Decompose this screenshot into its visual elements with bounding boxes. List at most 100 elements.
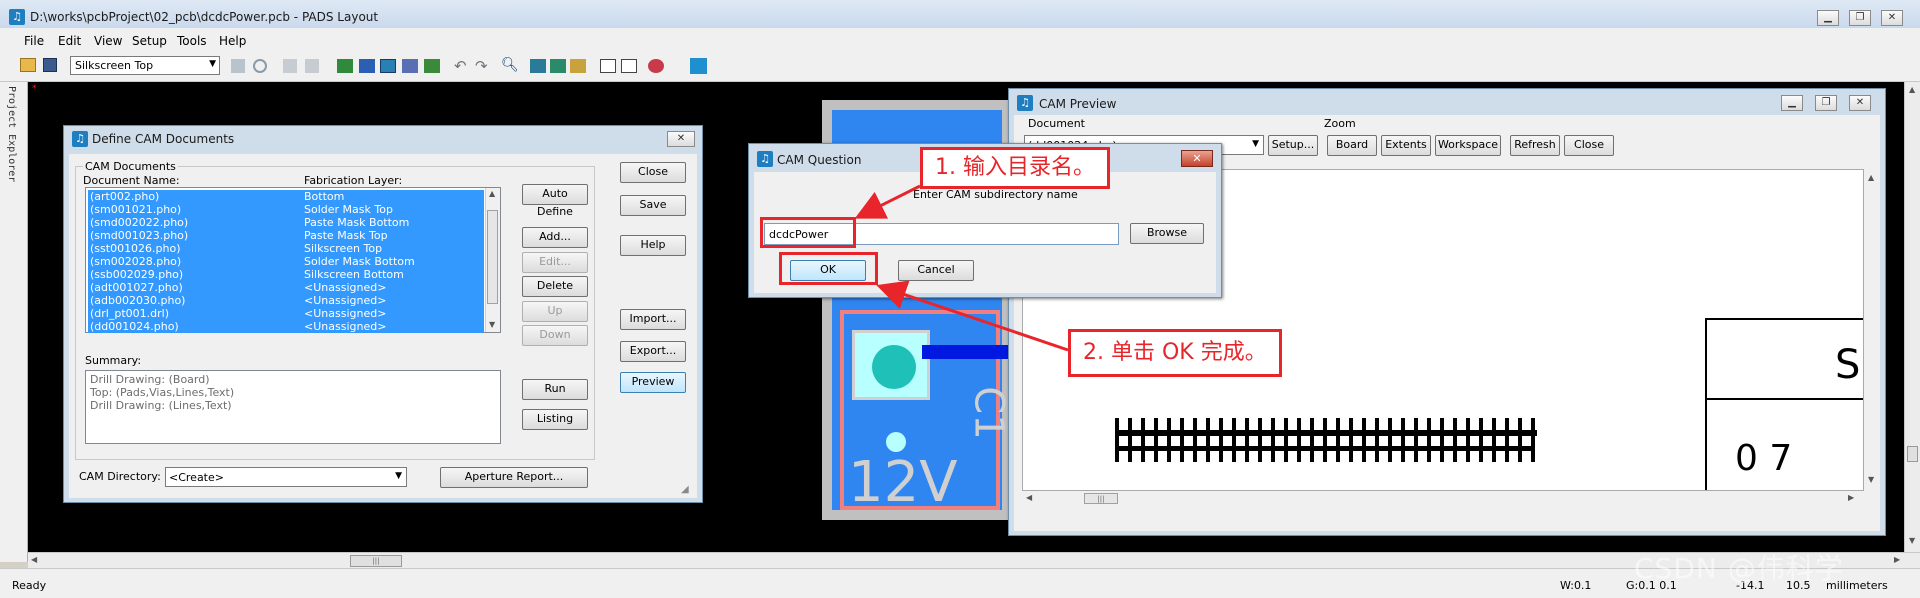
menu-help[interactable]: Help bbox=[219, 34, 246, 48]
close-icon[interactable]: ✕ bbox=[1849, 95, 1871, 111]
cam-preview-icon: ♫ bbox=[1017, 95, 1033, 111]
scroll-up-icon[interactable]: ▲ bbox=[1909, 85, 1915, 94]
add-button[interactable]: Add... bbox=[522, 227, 588, 248]
document-label: Document bbox=[1028, 117, 1085, 130]
down-button[interactable]: Down bbox=[522, 325, 588, 346]
minimize-icon[interactable]: ▁ bbox=[1781, 95, 1803, 111]
listing-button[interactable]: Listing bbox=[522, 409, 588, 430]
cancel-button[interactable]: Cancel bbox=[898, 260, 974, 281]
table-row[interactable]: (adt001027.pho) <Unassigned> bbox=[88, 281, 484, 294]
list-scroll-thumb[interactable] bbox=[487, 210, 498, 304]
menu-setup[interactable]: Setup bbox=[132, 34, 167, 48]
import-button[interactable]: Import... bbox=[620, 309, 686, 330]
delete-button[interactable]: Delete bbox=[522, 276, 588, 297]
minimize-icon[interactable]: ▁ bbox=[1817, 10, 1839, 26]
zoom-label: Zoom bbox=[1324, 117, 1356, 130]
router-icon[interactable] bbox=[690, 58, 707, 74]
close-icon[interactable]: ✕ bbox=[1881, 10, 1903, 26]
scroll-left-icon[interactable]: ◀ bbox=[1026, 493, 1032, 502]
fabrication-layer-cell: Bottom bbox=[304, 190, 345, 203]
scroll-right-icon[interactable]: ▶ bbox=[1894, 555, 1900, 564]
scroll-down-icon[interactable]: ▼ bbox=[1909, 536, 1915, 545]
refresh-button[interactable]: Refresh bbox=[1510, 135, 1560, 156]
copy-icon[interactable] bbox=[283, 59, 297, 73]
table-row[interactable]: (smd001023.pho) Paste Mask Top bbox=[88, 229, 484, 242]
project-explorer-tab[interactable]: Project Explorer bbox=[0, 82, 28, 562]
layer-select[interactable]: Silkscreen Top ▼ bbox=[70, 56, 220, 75]
window-icon[interactable] bbox=[621, 59, 637, 73]
auto-define-button[interactable]: Auto Define bbox=[522, 184, 588, 218]
design-toolbar-icon[interactable] bbox=[337, 59, 353, 73]
pour-icon[interactable] bbox=[550, 59, 566, 73]
close-button[interactable]: Close bbox=[1564, 135, 1614, 156]
table-row[interactable]: (sm002028.pho) Solder Mask Bottom bbox=[88, 255, 484, 268]
layer-view-icon[interactable] bbox=[530, 59, 546, 73]
browse-button[interactable]: Browse bbox=[1130, 223, 1204, 244]
run-button[interactable]: Run bbox=[522, 379, 588, 400]
table-row[interactable]: (drl_pt001.drl) <Unassigned> bbox=[88, 307, 484, 320]
verify-icon[interactable] bbox=[648, 59, 664, 73]
up-button[interactable]: Up bbox=[522, 301, 588, 322]
table-row[interactable]: (sm001021.pho) Solder Mask Top bbox=[88, 203, 484, 216]
save-icon[interactable] bbox=[43, 58, 57, 72]
board-button[interactable]: Board bbox=[1327, 135, 1377, 156]
preview-hscroll-thumb[interactable]: ||| bbox=[1084, 493, 1118, 504]
document-name-cell: (drl_pt001.drl) bbox=[90, 307, 169, 320]
preview-button[interactable]: Preview bbox=[620, 372, 686, 393]
cam-documents-list[interactable]: ▲ ▼ (art002.pho) Bottom (sm001021.pho) Sold… bbox=[85, 187, 501, 333]
table-row[interactable]: (art002.pho) Bottom bbox=[88, 190, 484, 203]
scroll-right-icon[interactable]: ▶ bbox=[1848, 493, 1854, 502]
main-vscroll[interactable]: ▲ ▼ bbox=[1904, 82, 1920, 552]
report-icon[interactable] bbox=[600, 59, 616, 73]
table-row[interactable]: (ssb002029.pho) Silkscreen Bottom bbox=[88, 268, 484, 281]
aperture-report-button[interactable]: Aperture Report... bbox=[440, 467, 588, 488]
scroll-up-icon[interactable]: ▲ bbox=[1868, 173, 1874, 182]
close-button[interactable]: Close bbox=[620, 162, 686, 183]
preview-vscroll[interactable]: ▲ ▼ bbox=[1864, 169, 1880, 491]
preview-hscroll[interactable]: ◀ ||| ▶ bbox=[1022, 491, 1864, 507]
zoom-icon[interactable]: 🔍︎ bbox=[501, 57, 519, 73]
export-button[interactable]: Export... bbox=[620, 341, 686, 362]
hscroll-thumb[interactable]: ||| bbox=[350, 555, 402, 567]
paste-icon[interactable] bbox=[305, 59, 319, 73]
save-button[interactable]: Save bbox=[620, 195, 686, 216]
restore-icon[interactable]: ❐ bbox=[1815, 95, 1837, 111]
col-document-name: Document Name: bbox=[83, 174, 180, 187]
help-button[interactable]: Help bbox=[620, 235, 686, 256]
resize-grip-icon[interactable]: ◢ bbox=[681, 484, 689, 495]
workspace-button[interactable]: Workspace bbox=[1435, 135, 1501, 156]
summary-box: Drill Drawing: (Board) Top: (Pads,Vias,L… bbox=[85, 370, 501, 444]
cam-question-close-icon[interactable]: ✕ bbox=[1181, 150, 1213, 167]
properties-icon[interactable] bbox=[231, 59, 245, 73]
ecotoolbar-icon[interactable] bbox=[359, 59, 375, 73]
scroll-thumb[interactable] bbox=[1907, 446, 1918, 462]
scroll-down-icon[interactable]: ▼ bbox=[489, 320, 495, 329]
bga-icon[interactable] bbox=[424, 59, 440, 73]
dimension-icon[interactable] bbox=[402, 59, 418, 73]
open-icon[interactable] bbox=[20, 58, 36, 72]
cam-directory-select[interactable]: <Create> ▼ bbox=[165, 467, 407, 487]
drafting-icon[interactable] bbox=[380, 59, 396, 73]
menu-file[interactable]: File bbox=[24, 34, 44, 48]
table-row[interactable]: (dd001024.pho) <Unassigned> bbox=[88, 320, 484, 333]
menu-view[interactable]: View bbox=[94, 34, 122, 48]
table-row[interactable]: (adb002030.pho) <Unassigned> bbox=[88, 294, 484, 307]
table-row[interactable]: (sst001026.pho) Silkscreen Top bbox=[88, 242, 484, 255]
redraw-icon[interactable] bbox=[253, 59, 267, 73]
extents-button[interactable]: Extents bbox=[1381, 135, 1431, 156]
scroll-up-icon[interactable]: ▲ bbox=[489, 189, 495, 198]
edit-button[interactable]: Edit... bbox=[522, 252, 588, 273]
restore-icon[interactable]: ❐ bbox=[1849, 10, 1871, 26]
scroll-left-icon[interactable]: ◀ bbox=[31, 555, 37, 564]
define-cam-close-icon[interactable]: ✕ bbox=[667, 131, 695, 147]
table-row[interactable]: (smd002022.pho) Paste Mask Bottom bbox=[88, 216, 484, 229]
fabrication-layer-cell: <Unassigned> bbox=[304, 307, 387, 320]
menu-tools[interactable]: Tools bbox=[177, 34, 207, 48]
scroll-down-icon[interactable]: ▼ bbox=[1868, 475, 1874, 484]
filter-icon[interactable] bbox=[570, 59, 586, 73]
redo-icon[interactable]: ↷ bbox=[475, 57, 488, 75]
setup-button[interactable]: Setup... bbox=[1268, 135, 1318, 156]
menu-edit[interactable]: Edit bbox=[58, 34, 81, 48]
list-vscroll[interactable]: ▲ ▼ bbox=[485, 188, 500, 332]
undo-icon[interactable]: ↶ bbox=[454, 57, 467, 75]
